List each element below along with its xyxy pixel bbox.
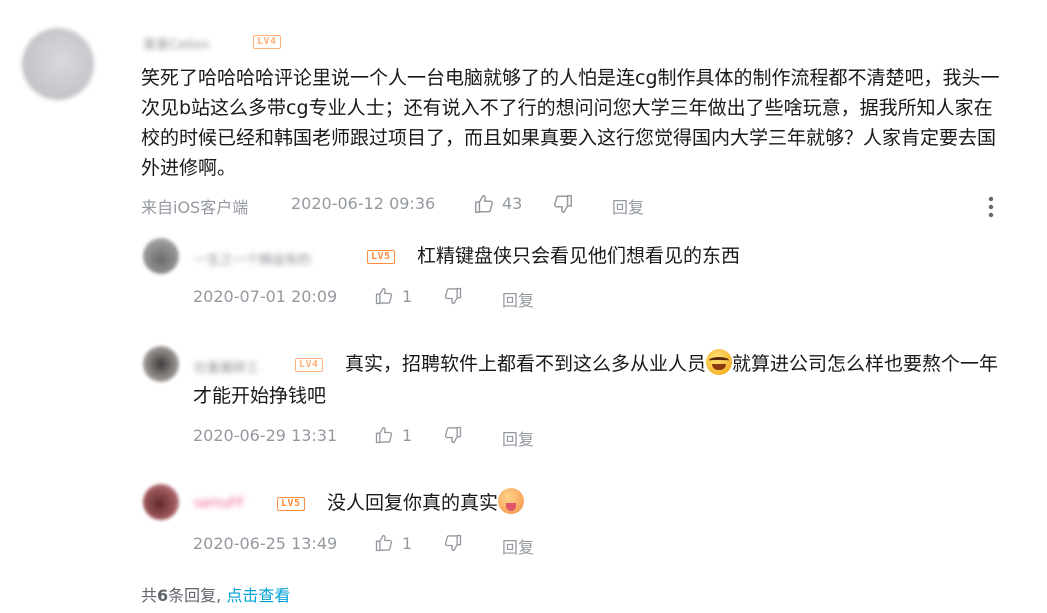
thumbs-down-icon[interactable]	[442, 424, 464, 446]
vertical-ellipsis-icon[interactable]	[982, 194, 1000, 220]
thumbs-down-icon[interactable]	[551, 192, 575, 216]
reply-text-part: 真实，招聘软件上都看不到这么多从业人员	[345, 353, 707, 375]
main-commenter-avatar[interactable]	[22, 28, 94, 100]
reply-text-part: 没人回复你真的真实	[327, 492, 499, 514]
reply-button[interactable]: 回复	[502, 426, 534, 450]
reply-text: 没人回复你真的真实	[327, 487, 525, 519]
view-all-replies-link[interactable]: 点击查看	[226, 586, 290, 605]
thumbs-up-icon[interactable]	[373, 285, 395, 307]
reply-time: 2020-06-29 13:31	[193, 426, 338, 445]
main-comment-reply-button[interactable]: 回复	[612, 194, 644, 218]
reply-time: 2020-07-01 20:09	[193, 287, 338, 306]
reply-like-count: 1	[402, 426, 413, 445]
summary-prefix: 共	[141, 586, 158, 605]
reply-like-count: 1	[402, 287, 413, 306]
main-commenter-username[interactable]: 某某Cellon	[143, 34, 210, 53]
reply-button[interactable]: 回复	[502, 287, 534, 311]
reply-username[interactable]: samuFF	[194, 496, 245, 511]
reply-username[interactable]: 一生之一个精益有的	[194, 249, 311, 268]
thumbs-up-icon[interactable]	[373, 532, 395, 554]
reply-avatar[interactable]	[143, 346, 179, 382]
view-replies-summary: 共6条回复, 点击查看	[141, 582, 290, 606]
thumbs-down-icon[interactable]	[442, 285, 464, 307]
reply-avatar[interactable]	[143, 238, 179, 274]
main-comment-source: 来自iOS客户端	[141, 198, 249, 217]
reply-button[interactable]: 回复	[502, 534, 534, 558]
reply-level-badge: LV5	[277, 497, 305, 511]
main-comment-time: 2020-06-12 09:36	[291, 194, 436, 213]
reply-level-badge: LV5	[367, 250, 395, 264]
tongue-face-emoji	[498, 488, 525, 514]
main-comment-text: 笑死了哈哈哈哈评论里说一个人一台电脑就够了的人怕是连cg制作具体的制作流程都不清…	[141, 67, 1000, 179]
laugh-cry-emoji	[706, 349, 733, 375]
thumbs-down-icon[interactable]	[442, 532, 464, 554]
reply-like-count: 1	[402, 534, 413, 553]
reply-time: 2020-06-25 13:49	[193, 534, 338, 553]
main-commenter-level-badge: LV4	[253, 35, 281, 49]
thumbs-up-icon[interactable]	[373, 424, 395, 446]
reply-count: 6	[157, 586, 169, 605]
reply-text: 杠精键盘侠只会看见他们想看见的东西	[417, 245, 741, 267]
reply-text: 真实，招聘软件上都看不到这么多从业人员 就算进公司怎么样也要熬个一年才能开始挣钱吧	[193, 348, 1003, 412]
reply-avatar[interactable]	[143, 484, 179, 520]
thumbs-up-icon[interactable]	[472, 192, 496, 216]
summary-suffix: 条回复,	[168, 586, 222, 605]
main-comment-like-count: 43	[502, 194, 523, 213]
